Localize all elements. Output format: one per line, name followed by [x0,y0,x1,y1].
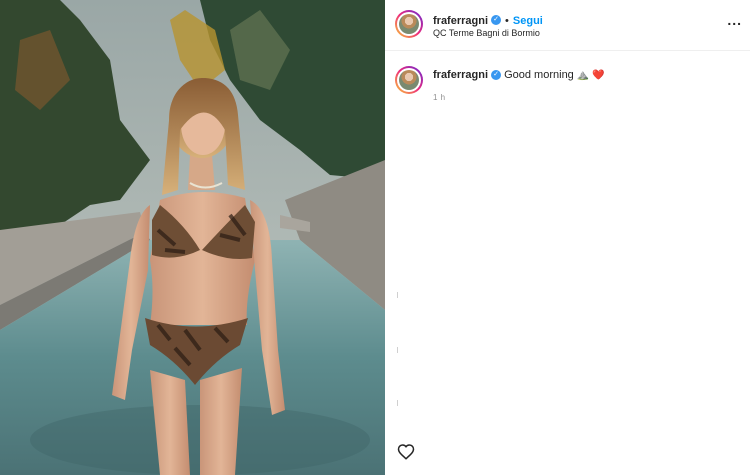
header-username[interactable]: fraferragni [433,15,488,27]
heart-icon[interactable] [397,443,415,461]
post-photo[interactable] [0,0,385,475]
verified-badge-icon: ✓ [491,14,502,25]
more-options-icon[interactable]: ... [727,12,742,28]
caption-username[interactable]: fraferragni [433,69,488,81]
header-title-row: fraferragni ✓ • Segui [433,11,543,29]
comment-marker [397,400,401,406]
comment-marker [397,292,401,298]
caption: fraferragni ✓ Good morning ⛰️ ❤️ [433,69,605,81]
verified-badge-icon: ✓ [491,70,502,81]
follow-button[interactable]: Segui [513,15,543,27]
post-image [0,0,385,475]
location-link[interactable]: QC Terme Bagni di Bormio [433,28,540,38]
post-sidebar: fraferragni ✓ • Segui QC Terme Bagni di Bor… [385,0,750,475]
separator-dot: • [505,15,509,27]
post-header: fraferragni ✓ • Segui QC Terme Bagni di Bor… [385,0,750,51]
caption-avatar[interactable] [395,66,423,94]
header-avatar[interactable] [395,10,423,38]
caption-emoji: ⛰️ ❤️ [576,70,605,81]
post-timestamp[interactable]: 1 h [433,93,446,102]
comment-marker [397,347,401,353]
caption-text: Good morning [504,69,574,81]
